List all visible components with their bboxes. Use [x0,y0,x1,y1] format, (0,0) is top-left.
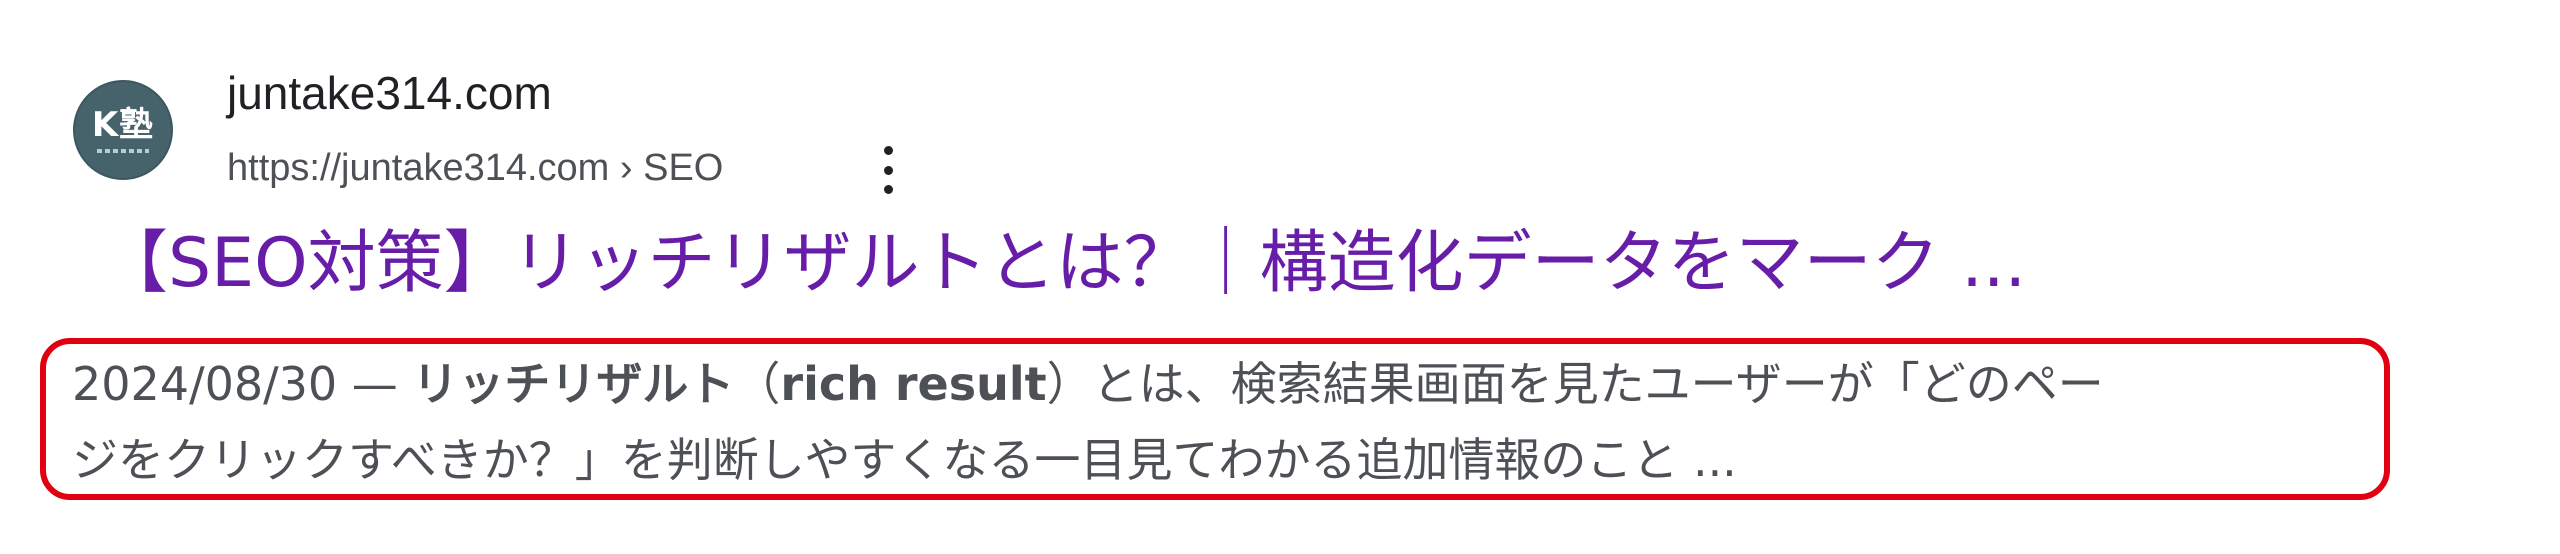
snippet-separator: — [337,357,413,411]
site-name[interactable]: juntake314.com [227,66,552,120]
site-favicon-icon[interactable]: K塾 [73,80,173,180]
snippet-line-2: ジをクリックすべきか？」を判断しやすくなる一目見てわかる追加情報のこと ... [72,433,1737,487]
snippet-line-1: 2024/08/30 — リッチリザルト（rich result）とは、検索結果… [72,346,2392,422]
snippet-date: 2024/08/30 [72,357,338,411]
snippet-bold-term: リッチリザルト [412,357,735,411]
menu-dot [883,165,893,175]
result-title-link[interactable]: 【SEO対策】リッチリザルトとは？｜構造化データをマーク ... [100,222,2026,306]
result-snippet: 2024/08/30 — リッチリザルト（rich result）とは、検索結果… [72,346,2392,498]
favicon-logo-subline [97,149,149,153]
search-result: K塾 juntake314.com https://juntake314.com… [0,0,2560,554]
menu-dot [883,146,893,155]
snippet-bold-term-en: rich result [780,357,1047,411]
site-url-breadcrumb[interactable]: https://juntake314.com › SEO [227,146,723,190]
favicon-logo-text: K塾 [91,105,155,145]
snippet-line1-rest: ）とは、検索結果画面を見たユーザーが「どのペー [1046,357,2104,411]
three-dots-vertical-icon[interactable] [876,146,900,194]
snippet-paren-open: （ [734,357,781,411]
menu-dot [883,185,893,194]
